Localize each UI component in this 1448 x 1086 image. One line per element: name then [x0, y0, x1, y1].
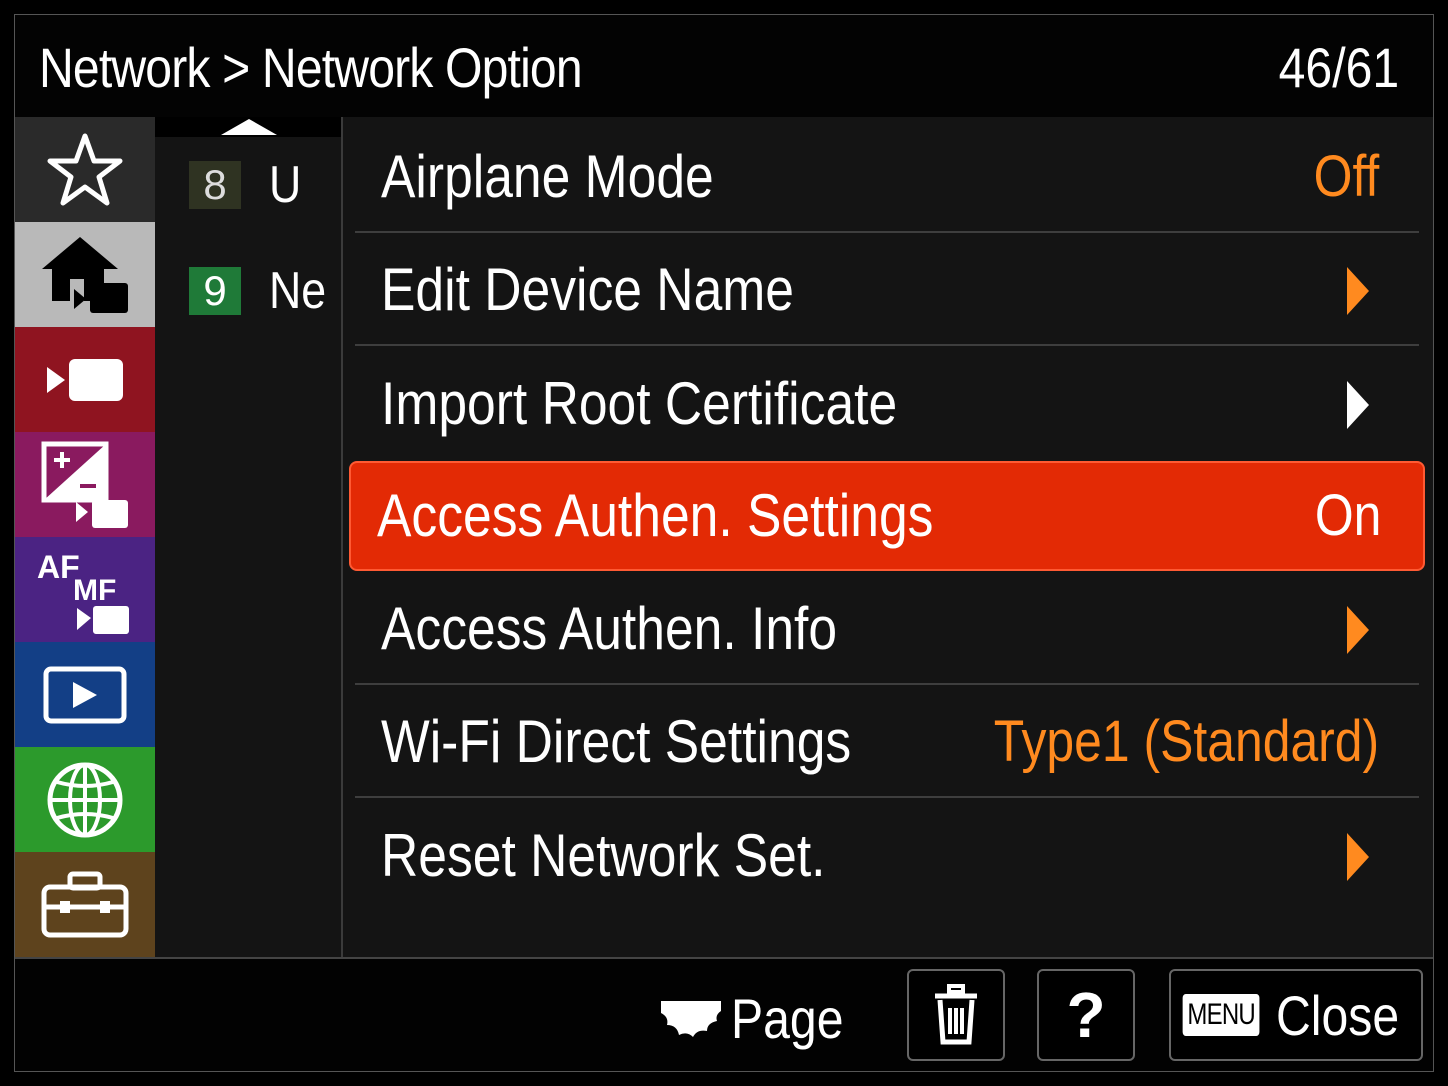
row-divider — [355, 796, 1419, 798]
chevron-right-icon — [1347, 606, 1369, 654]
af-mf-movie-icon: AF MF — [37, 549, 129, 634]
globe-network-icon — [47, 762, 123, 837]
page-button-label: Page — [731, 986, 844, 1050]
help-icon: ? — [1066, 979, 1106, 1051]
menu-item-value: Off — [1313, 144, 1379, 209]
menu-header: Network > Network Option 46/61 — [15, 15, 1433, 117]
submenu-item-label: U — [269, 156, 302, 214]
close-button[interactable]: MENU Close — [1169, 969, 1423, 1061]
category-tabs: AF MF — [15, 117, 155, 957]
tab-focus[interactable]: AF MF — [15, 537, 155, 642]
scroll-up-icon[interactable] — [221, 119, 277, 135]
trash-icon — [935, 984, 977, 1045]
menu-item-airplane-mode[interactable]: Airplane Mode Off — [355, 121, 1419, 233]
tab-shooting[interactable] — [15, 327, 155, 432]
submenu-item-label: Ne — [269, 262, 327, 320]
camera-menu-screen: Network > Network Option 46/61 AF MF 8 U… — [14, 14, 1434, 1072]
close-button-label: Close — [1275, 983, 1399, 1047]
home-movie-icon — [42, 236, 128, 313]
submenu-item-9[interactable]: 9 Ne — [189, 262, 335, 320]
menu-item-import-root-certificate[interactable]: Import Root Certificate — [355, 348, 1419, 460]
menu-item-label: Edit Device Name — [381, 256, 794, 323]
menu-item-reset-network-set[interactable]: Reset Network Set. — [355, 800, 1419, 912]
menu-item-label: Reset Network Set. — [381, 822, 826, 889]
delete-button[interactable] — [907, 969, 1005, 1061]
chevron-right-icon — [1347, 833, 1369, 881]
playback-icon — [43, 666, 127, 723]
menu-item-label: Access Authen. Info — [381, 595, 838, 662]
chevron-right-icon — [1347, 381, 1369, 429]
settings-list: Airplane Mode Off Edit Device Name Impor… — [349, 117, 1429, 957]
tab-main[interactable] — [15, 222, 155, 327]
control-wheel-icon — [661, 1001, 721, 1037]
tab-favorites[interactable] — [15, 117, 155, 222]
submenu-column: 8 U 9 Ne — [155, 117, 341, 957]
menu-item-label: Airplane Mode — [381, 143, 714, 210]
chevron-right-icon — [1347, 267, 1369, 315]
submenu-item-8[interactable]: 8 U — [189, 156, 307, 214]
row-divider — [355, 683, 1419, 685]
tab-playback[interactable] — [15, 642, 155, 747]
help-button[interactable]: ? — [1037, 969, 1135, 1061]
column-divider — [341, 117, 343, 957]
toolbox-icon — [41, 871, 129, 937]
exposure-movie-icon — [41, 441, 128, 528]
row-divider — [355, 231, 1419, 233]
menu-footer: Page ? MENU Close — [15, 957, 1433, 1071]
menu-item-label: Wi-Fi Direct Settings — [381, 708, 852, 775]
menu-item-label: Access Authen. Settings — [377, 482, 934, 549]
page-button[interactable]: Page — [659, 983, 862, 1053]
menu-item-edit-device-name[interactable]: Edit Device Name — [355, 234, 1419, 346]
movie-camera-icon — [47, 358, 123, 401]
svg-text:MF: MF — [73, 574, 116, 607]
tab-setup[interactable] — [15, 852, 155, 957]
tab-exposure-color[interactable] — [15, 432, 155, 537]
menu-item-access-authen-info[interactable]: Access Authen. Info — [355, 573, 1419, 685]
menu-item-value: Type1 (Standard) — [993, 709, 1379, 774]
menu-item-value: On — [1314, 483, 1381, 548]
star-icon — [47, 133, 123, 205]
page-counter: 46/61 — [1278, 36, 1399, 99]
menu-item-wifi-direct-settings[interactable]: Wi-Fi Direct Settings Type1 (Standard) — [355, 686, 1419, 798]
menu-item-label: Import Root Certificate — [381, 370, 898, 437]
menu-item-access-authen-settings[interactable]: Access Authen. Settings On — [349, 461, 1425, 571]
row-divider — [355, 344, 1419, 346]
page-title: Network > Network Option — [39, 36, 583, 99]
submenu-number-badge: 8 — [189, 161, 241, 209]
tab-network[interactable] — [15, 747, 155, 852]
menu-button-badge: MENU — [1182, 994, 1260, 1036]
submenu-number-badge: 9 — [189, 267, 241, 315]
